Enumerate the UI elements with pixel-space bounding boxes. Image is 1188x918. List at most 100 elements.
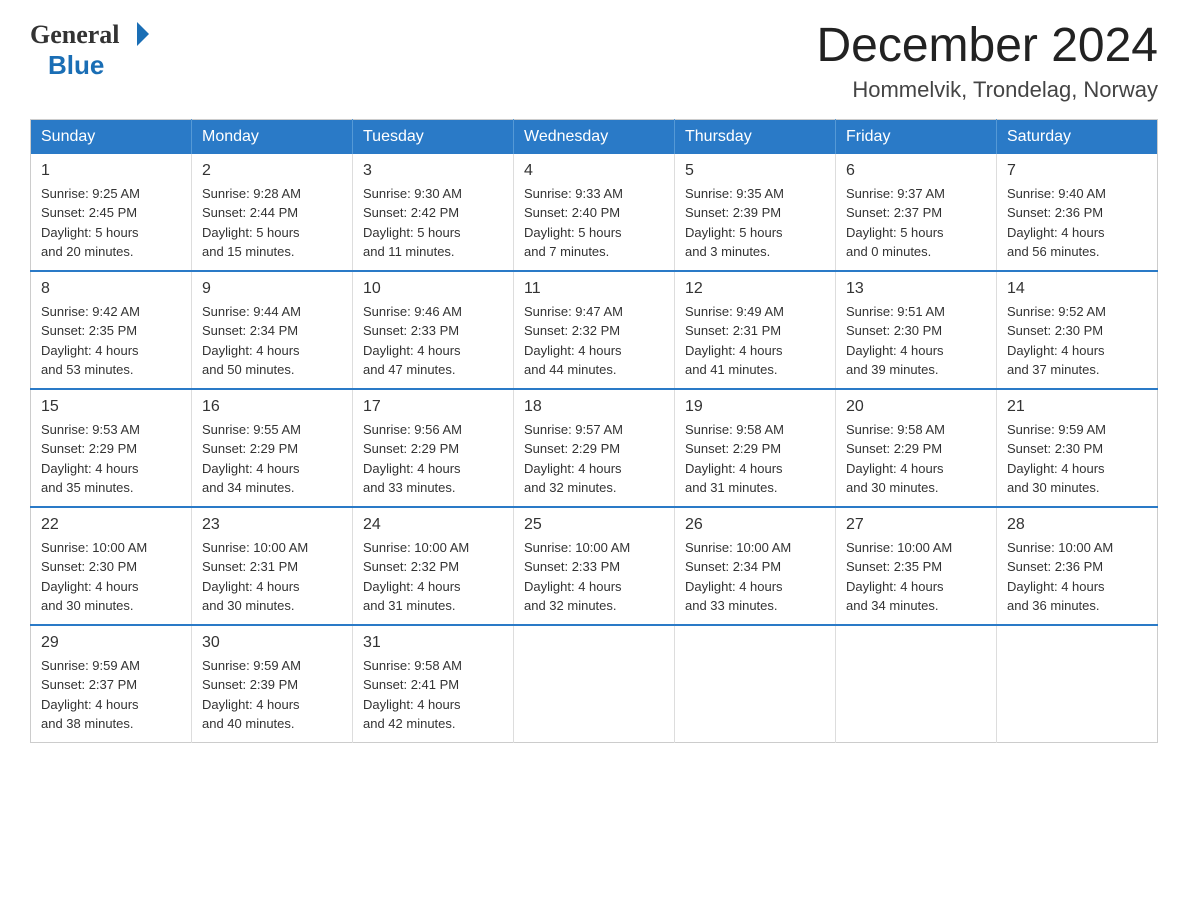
sunset-text: Sunset: 2:34 PM bbox=[685, 559, 781, 574]
sunrise-text: Sunrise: 9:47 AM bbox=[524, 304, 623, 319]
sunset-text: Sunset: 2:29 PM bbox=[846, 441, 942, 456]
daylight-text2: and 30 minutes. bbox=[41, 598, 134, 613]
sunrise-text: Sunrise: 9:58 AM bbox=[685, 422, 784, 437]
day-info: Sunrise: 9:35 AM Sunset: 2:39 PM Dayligh… bbox=[685, 184, 825, 262]
col-saturday: Saturday bbox=[997, 119, 1158, 154]
sunrise-text: Sunrise: 9:25 AM bbox=[41, 186, 140, 201]
sunrise-text: Sunrise: 9:59 AM bbox=[202, 658, 301, 673]
day-number: 11 bbox=[524, 280, 664, 298]
table-row: 15 Sunrise: 9:53 AM Sunset: 2:29 PM Dayl… bbox=[31, 389, 192, 507]
day-number: 28 bbox=[1007, 516, 1147, 534]
day-number: 6 bbox=[846, 162, 986, 180]
daylight-text2: and 0 minutes. bbox=[846, 244, 931, 259]
logo-flag-icon bbox=[123, 20, 151, 48]
daylight-text2: and 20 minutes. bbox=[41, 244, 134, 259]
day-number: 17 bbox=[363, 398, 503, 416]
daylight-text: Daylight: 4 hours bbox=[685, 343, 783, 358]
day-info: Sunrise: 9:33 AM Sunset: 2:40 PM Dayligh… bbox=[524, 184, 664, 262]
daylight-text2: and 40 minutes. bbox=[202, 716, 295, 731]
sunrise-text: Sunrise: 9:28 AM bbox=[202, 186, 301, 201]
day-number: 22 bbox=[41, 516, 181, 534]
calendar-week-row: 15 Sunrise: 9:53 AM Sunset: 2:29 PM Dayl… bbox=[31, 389, 1158, 507]
day-info: Sunrise: 10:00 AM Sunset: 2:35 PM Daylig… bbox=[846, 538, 986, 616]
daylight-text2: and 39 minutes. bbox=[846, 362, 939, 377]
daylight-text: Daylight: 5 hours bbox=[846, 225, 944, 240]
logo-general-text: General bbox=[30, 20, 120, 50]
day-number: 10 bbox=[363, 280, 503, 298]
sunrise-text: Sunrise: 9:40 AM bbox=[1007, 186, 1106, 201]
calendar-table: Sunday Monday Tuesday Wednesday Thursday… bbox=[30, 119, 1158, 743]
daylight-text: Daylight: 4 hours bbox=[846, 343, 944, 358]
location-subtitle: Hommelvik, Trondelag, Norway bbox=[816, 77, 1158, 103]
table-row: 29 Sunrise: 9:59 AM Sunset: 2:37 PM Dayl… bbox=[31, 625, 192, 743]
sunrise-text: Sunrise: 9:59 AM bbox=[1007, 422, 1106, 437]
col-wednesday: Wednesday bbox=[514, 119, 675, 154]
sunrise-text: Sunrise: 9:35 AM bbox=[685, 186, 784, 201]
sunrise-text: Sunrise: 10:00 AM bbox=[41, 540, 147, 555]
day-number: 1 bbox=[41, 162, 181, 180]
calendar-header-row: Sunday Monday Tuesday Wednesday Thursday… bbox=[31, 119, 1158, 154]
day-info: Sunrise: 9:58 AM Sunset: 2:41 PM Dayligh… bbox=[363, 656, 503, 734]
table-row: 6 Sunrise: 9:37 AM Sunset: 2:37 PM Dayli… bbox=[836, 154, 997, 271]
daylight-text2: and 50 minutes. bbox=[202, 362, 295, 377]
daylight-text2: and 33 minutes. bbox=[685, 598, 778, 613]
daylight-text2: and 34 minutes. bbox=[846, 598, 939, 613]
table-row: 7 Sunrise: 9:40 AM Sunset: 2:36 PM Dayli… bbox=[997, 154, 1158, 271]
sunrise-text: Sunrise: 9:37 AM bbox=[846, 186, 945, 201]
col-monday: Monday bbox=[192, 119, 353, 154]
table-row: 5 Sunrise: 9:35 AM Sunset: 2:39 PM Dayli… bbox=[675, 154, 836, 271]
sunrise-text: Sunrise: 10:00 AM bbox=[685, 540, 791, 555]
daylight-text2: and 30 minutes. bbox=[1007, 480, 1100, 495]
sunrise-text: Sunrise: 10:00 AM bbox=[202, 540, 308, 555]
daylight-text: Daylight: 4 hours bbox=[1007, 579, 1105, 594]
day-number: 5 bbox=[685, 162, 825, 180]
col-thursday: Thursday bbox=[675, 119, 836, 154]
day-number: 4 bbox=[524, 162, 664, 180]
daylight-text: Daylight: 4 hours bbox=[1007, 225, 1105, 240]
day-number: 21 bbox=[1007, 398, 1147, 416]
daylight-text2: and 47 minutes. bbox=[363, 362, 456, 377]
day-number: 15 bbox=[41, 398, 181, 416]
day-info: Sunrise: 9:25 AM Sunset: 2:45 PM Dayligh… bbox=[41, 184, 181, 262]
daylight-text2: and 44 minutes. bbox=[524, 362, 617, 377]
table-row: 20 Sunrise: 9:58 AM Sunset: 2:29 PM Dayl… bbox=[836, 389, 997, 507]
daylight-text2: and 3 minutes. bbox=[685, 244, 770, 259]
daylight-text2: and 30 minutes. bbox=[202, 598, 295, 613]
day-info: Sunrise: 9:40 AM Sunset: 2:36 PM Dayligh… bbox=[1007, 184, 1147, 262]
daylight-text: Daylight: 5 hours bbox=[685, 225, 783, 240]
day-info: Sunrise: 10:00 AM Sunset: 2:34 PM Daylig… bbox=[685, 538, 825, 616]
table-row: 27 Sunrise: 10:00 AM Sunset: 2:35 PM Day… bbox=[836, 507, 997, 625]
sunset-text: Sunset: 2:41 PM bbox=[363, 677, 459, 692]
day-number: 9 bbox=[202, 280, 342, 298]
daylight-text2: and 30 minutes. bbox=[846, 480, 939, 495]
page-container: General Blue December 2024 Hommelvik, Tr… bbox=[30, 20, 1158, 743]
sunset-text: Sunset: 2:45 PM bbox=[41, 205, 137, 220]
sunrise-text: Sunrise: 9:52 AM bbox=[1007, 304, 1106, 319]
daylight-text: Daylight: 4 hours bbox=[202, 579, 300, 594]
calendar-week-row: 8 Sunrise: 9:42 AM Sunset: 2:35 PM Dayli… bbox=[31, 271, 1158, 389]
day-info: Sunrise: 9:58 AM Sunset: 2:29 PM Dayligh… bbox=[685, 420, 825, 498]
sunset-text: Sunset: 2:36 PM bbox=[1007, 205, 1103, 220]
sunset-text: Sunset: 2:30 PM bbox=[41, 559, 137, 574]
day-info: Sunrise: 9:56 AM Sunset: 2:29 PM Dayligh… bbox=[363, 420, 503, 498]
table-row: 2 Sunrise: 9:28 AM Sunset: 2:44 PM Dayli… bbox=[192, 154, 353, 271]
col-sunday: Sunday bbox=[31, 119, 192, 154]
day-number: 23 bbox=[202, 516, 342, 534]
daylight-text: Daylight: 4 hours bbox=[1007, 343, 1105, 358]
daylight-text2: and 31 minutes. bbox=[685, 480, 778, 495]
daylight-text: Daylight: 4 hours bbox=[685, 461, 783, 476]
day-info: Sunrise: 9:59 AM Sunset: 2:39 PM Dayligh… bbox=[202, 656, 342, 734]
table-row: 28 Sunrise: 10:00 AM Sunset: 2:36 PM Day… bbox=[997, 507, 1158, 625]
day-number: 31 bbox=[363, 634, 503, 652]
sunset-text: Sunset: 2:33 PM bbox=[524, 559, 620, 574]
day-number: 13 bbox=[846, 280, 986, 298]
daylight-text2: and 15 minutes. bbox=[202, 244, 295, 259]
daylight-text2: and 53 minutes. bbox=[41, 362, 134, 377]
day-info: Sunrise: 9:49 AM Sunset: 2:31 PM Dayligh… bbox=[685, 302, 825, 380]
daylight-text: Daylight: 4 hours bbox=[1007, 461, 1105, 476]
daylight-text: Daylight: 5 hours bbox=[524, 225, 622, 240]
day-info: Sunrise: 9:53 AM Sunset: 2:29 PM Dayligh… bbox=[41, 420, 181, 498]
sunrise-text: Sunrise: 9:46 AM bbox=[363, 304, 462, 319]
day-number: 16 bbox=[202, 398, 342, 416]
sunset-text: Sunset: 2:32 PM bbox=[524, 323, 620, 338]
